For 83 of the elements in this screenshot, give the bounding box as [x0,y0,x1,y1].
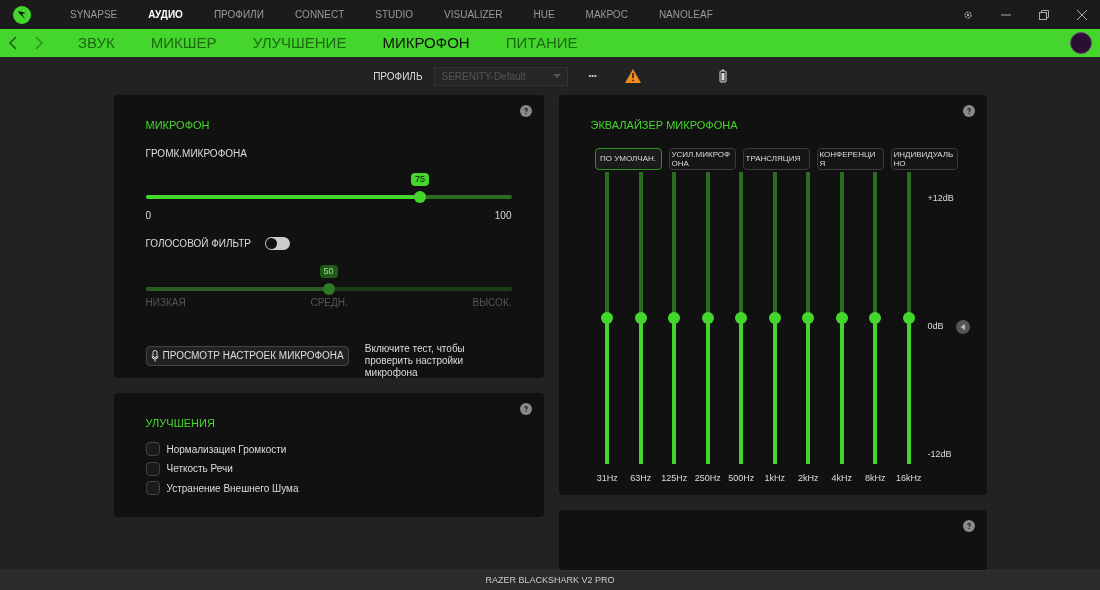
help-icon[interactable] [962,105,975,117]
preset-button[interactable]: ПО УМОЛЧАН. [594,147,662,170]
preset-button[interactable]: ИНДИВИДУАЛЬНО [890,147,958,170]
battery-icon [718,69,727,83]
scale-label: НИЗКАЯ [145,295,186,310]
nav-tab[interactable]: HUE [533,7,555,22]
slider-thumb[interactable] [735,311,748,324]
frequency-label: 63Hz [630,471,652,485]
frequency-label: 1kHz [764,471,785,485]
slider-thumb[interactable] [869,311,882,324]
nav-tab[interactable]: NANOLEAF [658,7,713,22]
volume-label: ГРОМК.МИКРОФОНА [145,146,248,161]
close-icon[interactable] [1076,8,1088,21]
microphone-icon [150,349,159,362]
slider-thumb[interactable] [601,311,614,324]
slider-thumb[interactable] [701,311,714,324]
slider-thumb[interactable] [322,282,335,295]
panel-title: УЛУЧШЕНИЯ [145,416,216,431]
test-hint: Включите тест, чтобы проверить настройки микрофона [364,342,466,379]
avatar[interactable] [1070,32,1092,54]
nav-tab[interactable]: МАКРОС [585,7,628,22]
caret-icon [553,74,562,78]
slider-thumb[interactable] [835,311,848,324]
preset-button[interactable]: ТРАНСЛЯЦИЯ [742,147,810,170]
device-name: RAZER BLACKSHARK V2 PRO [485,573,615,587]
frequency-label: 2kHz [798,471,819,485]
sub-nav-tab[interactable]: МИКШЕР [150,31,217,55]
db-label: +12dB [927,191,955,205]
help-icon[interactable] [519,403,532,415]
frequency-label: 125Hz [661,471,688,485]
voice-filter-toggle[interactable] [264,236,290,250]
slider-thumb[interactable] [634,311,647,324]
frequency-label: 250Hz [694,471,721,485]
frequency-label: 4kHz [831,471,852,485]
db-label: -12dB [927,448,953,461]
preset-button[interactable]: КОНФЕРЕНЦИЯ [816,147,884,170]
more-button[interactable]: ••• [588,70,597,82]
nav-tab[interactable]: CONNECT [294,7,345,22]
min-label: 0 [145,208,152,223]
scale-label: СРЕДН. [310,295,348,310]
mic-test-button[interactable]: ПРОСМОТР НАСТРОЕК МИКРОФОНА [145,345,349,366]
checkbox[interactable] [145,481,160,496]
profile-label: ПРОФИЛЬ [373,69,423,84]
max-label: 100 [494,208,512,223]
nav-tab[interactable]: ПРОФИЛИ [213,7,264,22]
sub-nav-tab[interactable]: МИКРОФОН [382,31,470,55]
db-label: 0dB [927,319,944,333]
slider-thumb[interactable] [414,190,426,203]
scale-label: ВЫСОК. [472,295,512,310]
reset-icon[interactable] [955,319,970,334]
frequency-label: 16kHz [896,471,922,485]
preset-button[interactable]: УСИЛ.МИКРОФОНА [668,147,736,170]
back-icon[interactable] [8,36,18,50]
sub-nav-tab[interactable]: ПИТАНИЕ [505,31,578,55]
sub-nav-tab[interactable]: ЗВУК [78,31,115,55]
slider-thumb[interactable] [668,311,681,324]
value-tooltip: 50 [319,264,338,278]
checkbox[interactable] [145,442,160,457]
value-tooltip: 75 [411,172,429,186]
slider-thumb[interactable] [802,311,815,324]
checkbox-label: Четкость Речи [166,462,233,477]
frequency-label: 500Hz [728,471,755,485]
nav-tab[interactable]: STUDIO [375,7,414,22]
settings-icon[interactable] [962,8,974,21]
help-icon[interactable] [519,105,532,117]
slider-thumb[interactable] [768,311,781,324]
checkbox-label: Нормализация Громкости [166,442,287,457]
frequency-label: 31Hz [596,471,618,485]
panel-title: МИКРОФОН [145,118,211,133]
logo-icon [12,4,32,25]
slider-thumb[interactable] [902,311,915,324]
warning-icon [624,69,641,83]
checkbox-label: Устранение Внешнего Шума [166,481,299,496]
nav-tab[interactable]: VISUALIZER [444,7,503,22]
panel-title: ЭКВАЛАЙЗЕР МИКРОФОНА [590,118,739,133]
help-icon[interactable] [962,520,975,532]
nav-tab[interactable]: SYNAPSE [70,7,118,22]
frequency-label: 8kHz [865,471,886,485]
voice-filter-label: ГОЛОСОВОЙ ФИЛЬТР [145,236,251,251]
restore-icon[interactable] [1038,8,1050,21]
checkbox[interactable] [145,461,160,476]
nav-tab[interactable]: АУДИО [148,7,183,22]
sub-nav-tab[interactable]: УЛУЧШЕНИЕ [252,31,347,55]
